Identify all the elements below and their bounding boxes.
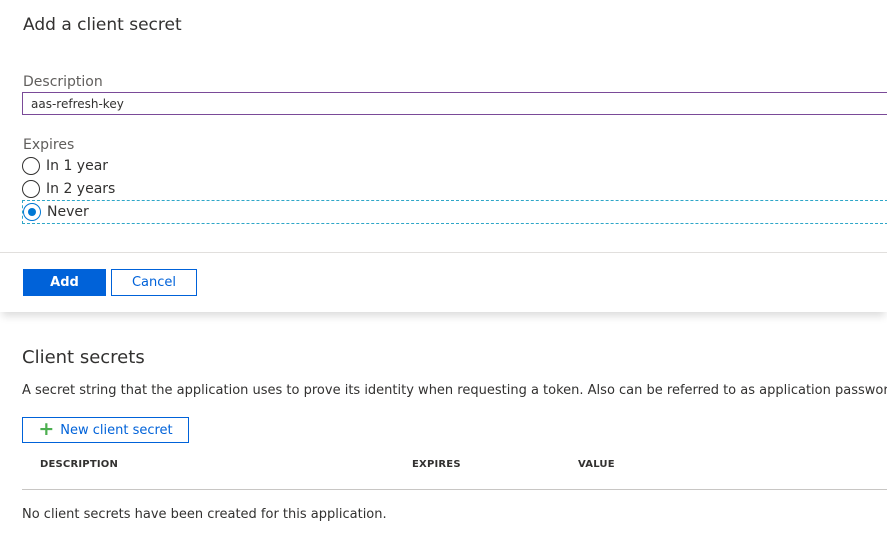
plus-icon: + [38, 417, 55, 440]
option-label: Never [47, 204, 89, 220]
column-header-description[interactable]: DESCRIPTION [40, 459, 118, 470]
expires-label: Expires [23, 137, 75, 153]
expires-option-1-year[interactable]: In 1 year [22, 155, 108, 177]
new-client-secret-button[interactable]: + New client secret [22, 417, 189, 443]
client-secrets-title: Client secrets [22, 347, 145, 368]
client-secrets-description: A secret string that the application use… [22, 383, 887, 398]
radio-unchecked-icon[interactable] [22, 180, 40, 198]
description-input[interactable] [22, 92, 887, 115]
expires-option-2-years[interactable]: In 2 years [22, 178, 115, 200]
column-header-value[interactable]: VALUE [578, 459, 615, 470]
table-divider [22, 489, 887, 490]
divider [0, 252, 887, 253]
cancel-button[interactable]: Cancel [111, 269, 197, 296]
new-client-secret-label: New client secret [60, 422, 173, 438]
column-header-expires[interactable]: EXPIRES [412, 459, 461, 470]
panel-title: Add a client secret [23, 15, 182, 35]
expires-option-never[interactable]: Never [22, 200, 887, 224]
add-client-secret-panel: Add a client secret Description Expires … [0, 0, 887, 312]
description-label: Description [23, 74, 103, 90]
radio-checked-icon[interactable] [23, 203, 41, 221]
radio-unchecked-icon[interactable] [22, 157, 40, 175]
add-button[interactable]: Add [23, 269, 106, 296]
option-label: In 2 years [46, 181, 116, 197]
empty-table-message: No client secrets have been created for … [22, 507, 387, 522]
option-label: In 1 year [46, 158, 109, 174]
